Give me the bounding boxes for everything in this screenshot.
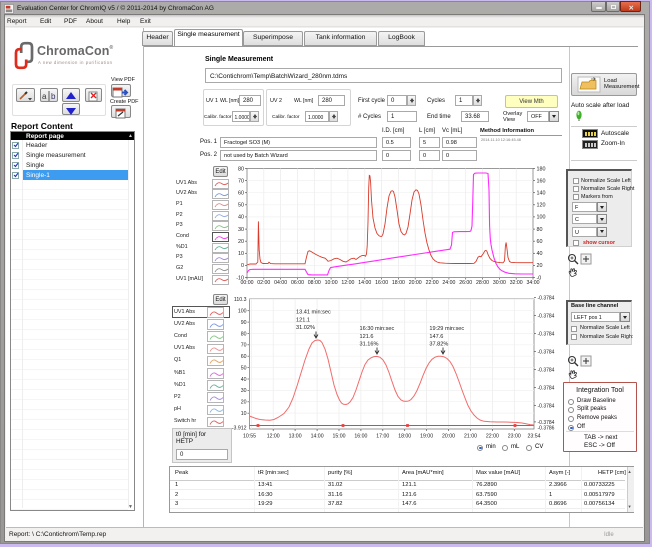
svg-text:21:00: 21:00: [464, 434, 477, 440]
svg-text:30: 30: [241, 388, 247, 394]
svg-text:19:00: 19:00: [420, 434, 433, 440]
svg-text:13:00: 13:00: [289, 434, 302, 440]
svg-text:147.6: 147.6: [429, 334, 443, 340]
svg-text:23:00: 23:00: [508, 434, 521, 440]
svg-text:70: 70: [241, 343, 247, 349]
svg-text:31.16%: 31.16%: [360, 342, 379, 348]
svg-text:40: 40: [241, 377, 247, 383]
svg-text:-0.3786: -0.3786: [538, 426, 555, 432]
svg-text:110.3: 110.3: [234, 297, 247, 303]
svg-text:16:00: 16:00: [354, 434, 367, 440]
svg-text:50: 50: [241, 365, 247, 371]
svg-text:22:00: 22:00: [486, 434, 499, 440]
svg-text:16:30 min:sec: 16:30 min:sec: [360, 326, 395, 332]
svg-text:20: 20: [241, 400, 247, 406]
svg-text:19:29 min:sec: 19:29 min:sec: [429, 326, 464, 332]
svg-text:-3.912: -3.912: [232, 426, 247, 432]
svg-text:121.1: 121.1: [296, 317, 310, 323]
svg-text:121.6: 121.6: [360, 334, 374, 340]
svg-text:12:00: 12:00: [267, 434, 280, 440]
svg-text:17:00: 17:00: [376, 434, 389, 440]
svg-text:60: 60: [241, 354, 247, 360]
svg-text:31.02%: 31.02%: [296, 325, 315, 331]
svg-text:23:54: 23:54: [528, 434, 541, 440]
svg-text:-0.3784: -0.3784: [538, 404, 555, 410]
svg-text:-0.3784: -0.3784: [538, 332, 555, 338]
svg-text:20:00: 20:00: [442, 434, 455, 440]
svg-text:-0.3784: -0.3784: [538, 296, 555, 302]
svg-text:-0.3784: -0.3784: [538, 314, 555, 320]
svg-text:18:00: 18:00: [398, 434, 411, 440]
svg-text:-0.3784: -0.3784: [538, 368, 555, 374]
svg-text:13.41 min:sec: 13.41 min:sec: [296, 310, 331, 316]
svg-text:10:55: 10:55: [243, 434, 256, 440]
svg-text:15:00: 15:00: [333, 434, 346, 440]
svg-text:90: 90: [241, 320, 247, 326]
svg-text:-0.3784: -0.3784: [538, 386, 555, 392]
svg-text:14:00: 14:00: [311, 434, 324, 440]
svg-text:10: 10: [241, 411, 247, 417]
svg-text:-0.3784: -0.3784: [538, 350, 555, 356]
svg-text:37.82%: 37.82%: [429, 342, 448, 348]
svg-text:100: 100: [238, 309, 247, 315]
svg-text:80: 80: [241, 331, 247, 337]
